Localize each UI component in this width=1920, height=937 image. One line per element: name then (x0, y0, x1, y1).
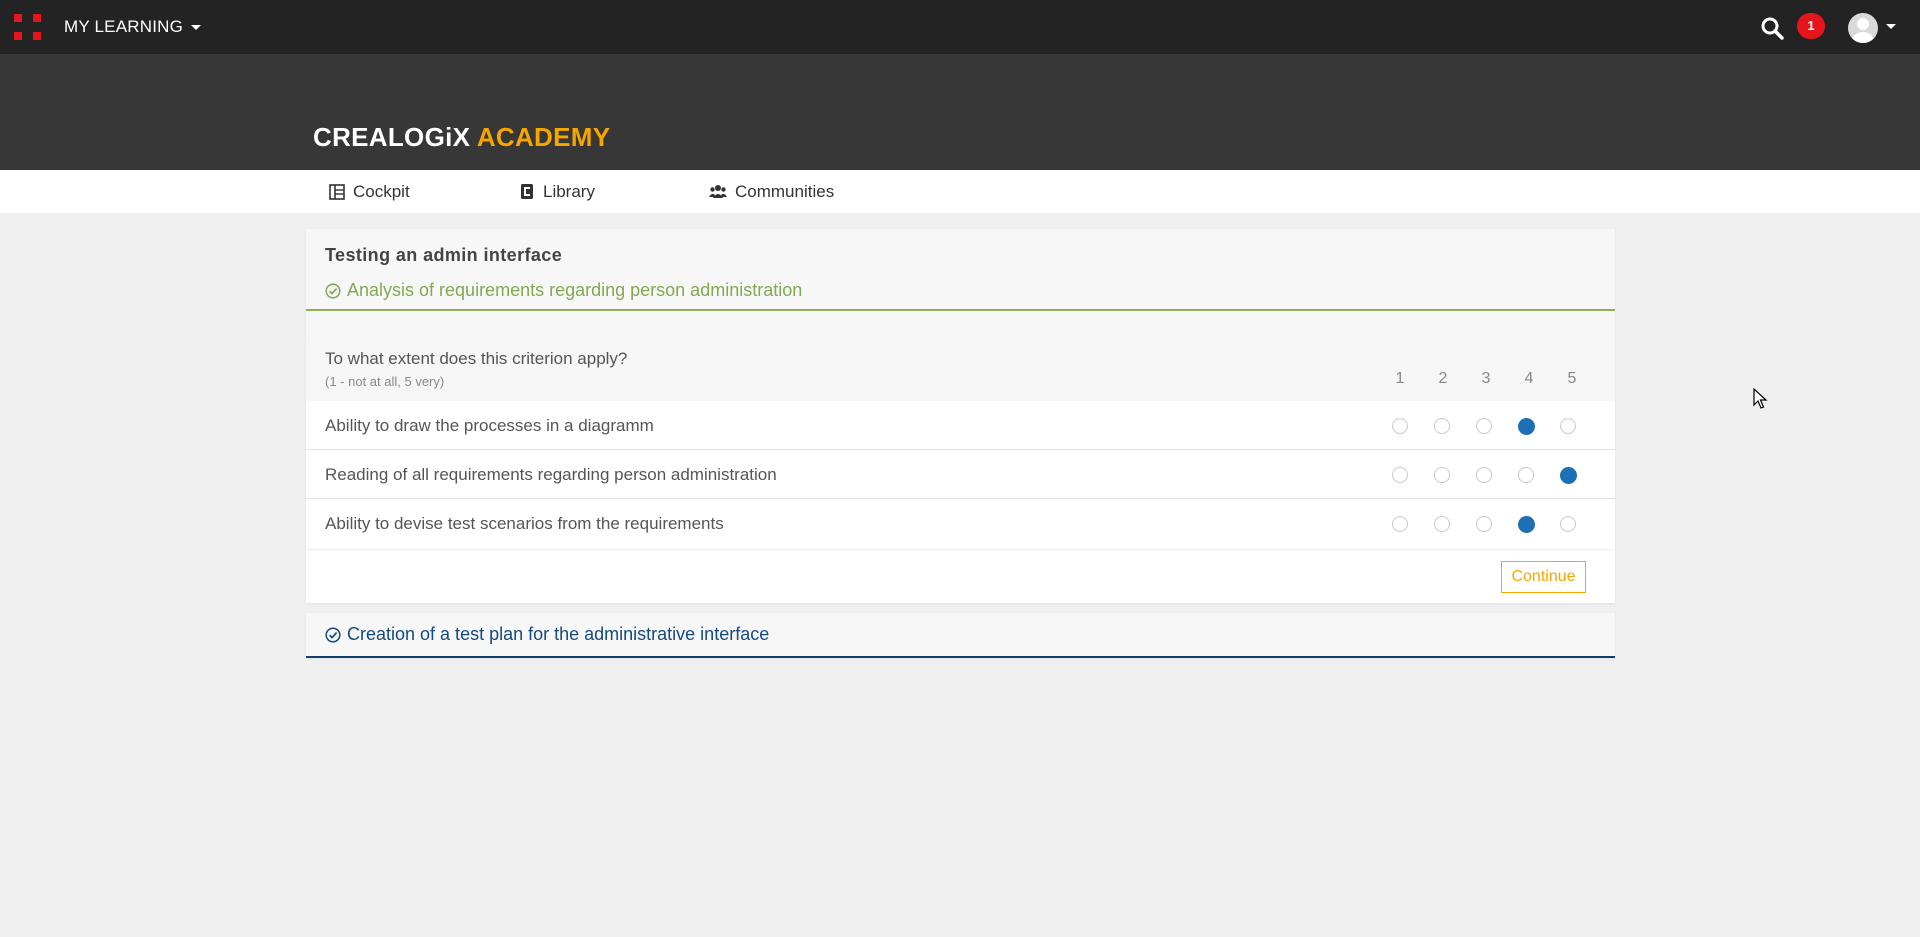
scale-label-4: 4 (1524, 370, 1534, 387)
library-icon (521, 184, 533, 199)
nav-label-cockpit: Cockpit (353, 181, 410, 201)
user-menu-chevron-icon[interactable] (1886, 24, 1896, 29)
rating-radio-2[interactable] (1434, 418, 1450, 434)
rating-radio-3[interactable] (1476, 467, 1492, 483)
my-learning-label: MY LEARNING (64, 17, 184, 36)
scale-hint: (1 - not at all, 5 very) (325, 374, 445, 389)
criterion-row: Ability to devise test scenarios from th… (306, 499, 1615, 548)
check-circle-icon (325, 282, 341, 299)
rating-radio-1[interactable] (1392, 467, 1408, 483)
nav-label-library: Library (543, 181, 595, 201)
rating-radio-1[interactable] (1392, 418, 1408, 434)
section-analysis-header[interactable]: Analysis of requirements regarding perso… (306, 272, 1615, 311)
nav-label-communities: Communities (735, 181, 835, 201)
logo-brand: CREALOGiX (313, 122, 471, 152)
nav-item-cockpit[interactable]: Cockpit (329, 170, 410, 213)
top-bar: MY LEARNING 1 (0, 0, 1920, 54)
rating-radio-2[interactable] (1434, 467, 1450, 483)
nav-item-communities[interactable]: Communities (709, 170, 834, 213)
continue-button[interactable]: Continue (1501, 561, 1586, 593)
search-icon[interactable] (1760, 16, 1784, 40)
section-analysis-title: Analysis of requirements regarding perso… (347, 280, 803, 300)
chevron-down-icon (191, 24, 202, 30)
section-testplan-header[interactable]: Creation of a test plan for the administ… (325, 613, 769, 656)
rating-radio-3[interactable] (1476, 516, 1492, 532)
rating-radio-5[interactable] (1560, 418, 1576, 434)
academy-logo: CREALOGiX ACADEMY (313, 122, 610, 153)
cockpit-icon (329, 183, 345, 200)
criterion-label: Reading of all requirements regarding pe… (325, 465, 777, 484)
section-testplan-card: Creation of a test plan for the administ… (306, 613, 1615, 658)
mouse-cursor-icon (1753, 388, 1768, 409)
user-avatar[interactable] (1848, 13, 1878, 43)
criterion-label: Ability to draw the processes in a diagr… (325, 416, 654, 435)
communities-icon (709, 185, 727, 198)
question-text: To what extent does this criterion apply… (325, 349, 628, 368)
assessment-card: Testing an admin interface Analysis of r… (306, 229, 1615, 603)
criterion-row: Reading of all requirements regarding pe… (306, 450, 1615, 499)
user-silhouette-icon (1852, 18, 1874, 43)
check-circle-icon (325, 626, 341, 643)
criterion-label: Ability to devise test scenarios from th… (325, 514, 724, 533)
rating-radio-1[interactable] (1392, 516, 1408, 532)
my-learning-menu[interactable]: MY LEARNING (64, 17, 202, 37)
apps-grid-icon[interactable] (14, 14, 42, 40)
nav-item-library[interactable]: Library (519, 170, 595, 213)
page-title: Testing an admin interface (325, 245, 563, 265)
rating-radio-5[interactable] (1560, 516, 1576, 532)
rating-radio-5[interactable] (1560, 467, 1577, 484)
scale-label-2: 2 (1438, 370, 1448, 387)
scale-label-3: 3 (1481, 370, 1491, 387)
question-header: To what extent does this criterion apply… (306, 338, 1615, 401)
logo-academy: ACADEMY (476, 122, 611, 152)
card-footer: Continue (306, 551, 1615, 603)
section-testplan-title: Creation of a test plan for the administ… (347, 624, 770, 644)
main-nav: Cockpit Library Communities (0, 170, 1920, 213)
notification-badge[interactable]: 1 (1797, 13, 1825, 39)
rating-radio-2[interactable] (1434, 516, 1450, 532)
rating-radio-4[interactable] (1518, 516, 1535, 533)
rating-radio-3[interactable] (1476, 418, 1492, 434)
scale-label-1: 1 (1395, 370, 1405, 387)
header-banner: CREALOGiX ACADEMY (0, 54, 1920, 170)
rating-radio-4[interactable] (1518, 467, 1534, 483)
rating-radio-4[interactable] (1518, 418, 1535, 435)
scale-label-5: 5 (1567, 370, 1577, 387)
criterion-row: Ability to draw the processes in a diagr… (306, 401, 1615, 450)
